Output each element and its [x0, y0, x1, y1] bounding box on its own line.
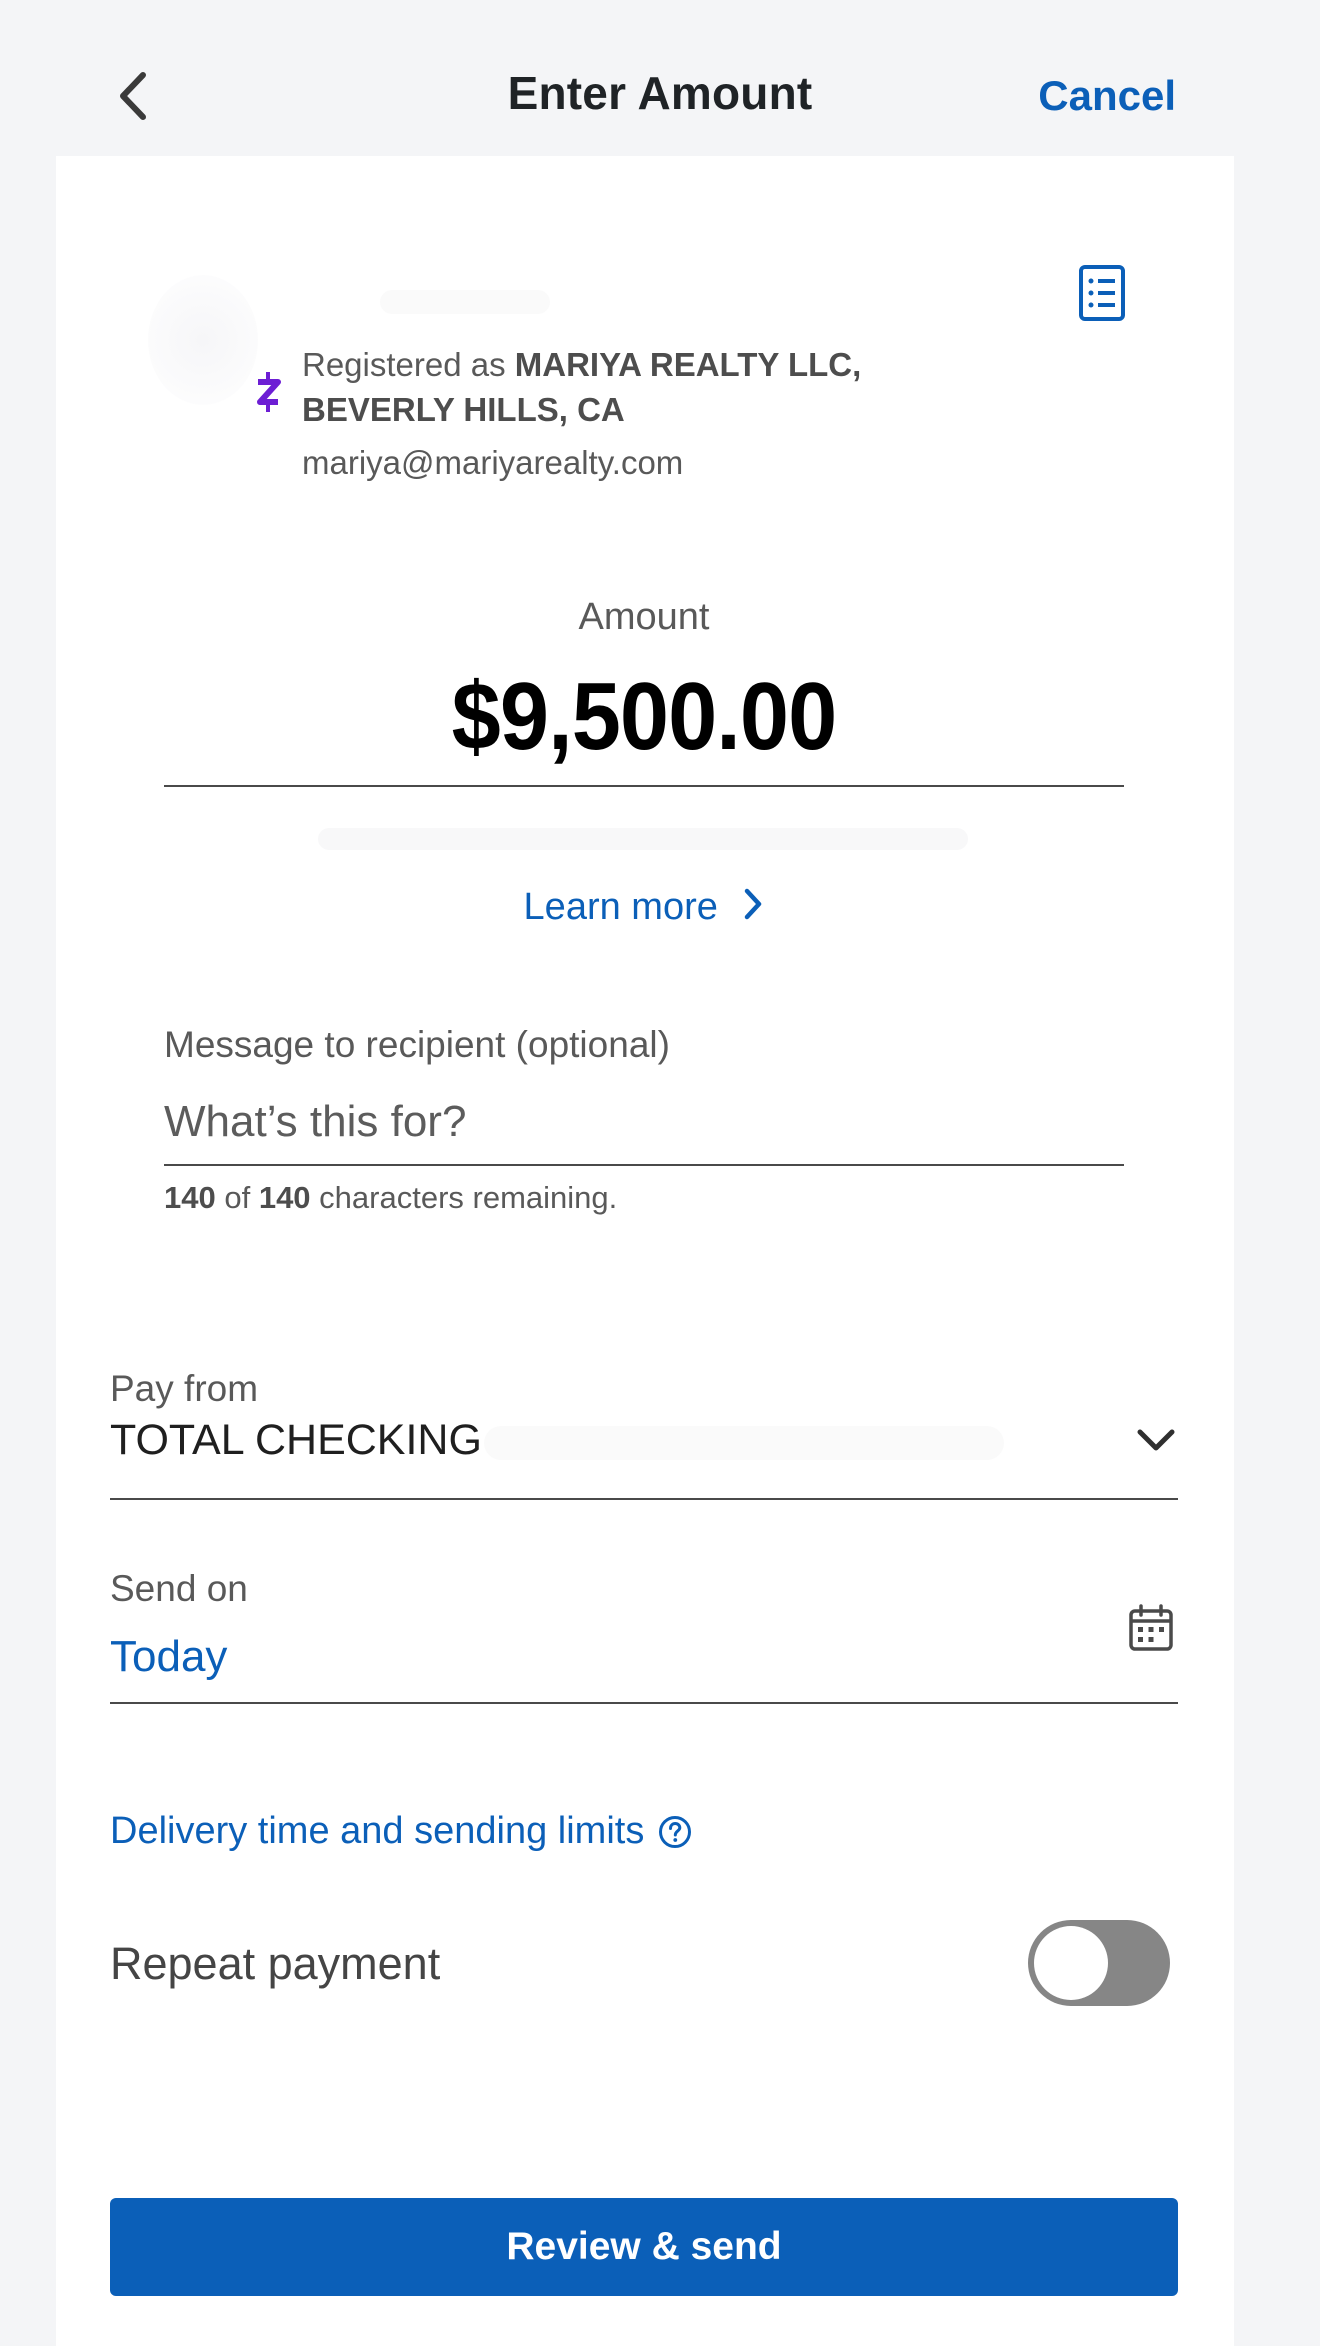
account-number-redacted [484, 1426, 1004, 1460]
send-on-date-field[interactable]: Today [110, 1604, 1178, 1704]
repeat-payment-toggle[interactable] [1028, 1920, 1170, 2006]
recipient-email: mariya@mariyarealty.com [302, 444, 684, 481]
calendar-icon[interactable] [1128, 1604, 1174, 1652]
help-circle-icon[interactable] [658, 1815, 692, 1849]
zelle-z-icon [254, 368, 284, 418]
send-on-label: Send on [110, 1568, 248, 1609]
characters-remaining: 140 of 140 characters remaining. [164, 1180, 617, 1216]
delivery-limits-label: Delivery time and sending limits [110, 1810, 645, 1852]
send-on-value: Today [110, 1632, 228, 1681]
pay-from-dropdown[interactable]: TOTAL CHECKING [110, 1416, 1178, 1500]
learn-more-label: Learn more [523, 886, 718, 928]
repeat-payment-label: Repeat payment [110, 1938, 441, 1989]
remaining-max: 140 [258, 1180, 311, 1215]
remaining-count: 140 [164, 1180, 216, 1215]
registered-prefix: Registered as [302, 346, 515, 383]
delivery-limits-link[interactable]: Delivery time and sending limits [110, 1810, 692, 1853]
amount-underline [164, 785, 1124, 787]
recipient-avatar [148, 275, 258, 405]
pay-from-label: Pay from [110, 1368, 259, 1409]
chevron-down-icon [1137, 1429, 1175, 1451]
chevron-right-icon [742, 887, 764, 931]
remaining-suffix: characters remaining. [310, 1180, 618, 1215]
learn-more-link[interactable]: Learn more [0, 886, 1288, 931]
recipient-name-redacted [380, 290, 550, 314]
message-label: Message to recipient (optional) [164, 1024, 670, 1065]
recipient-registration: Registered as MARIYA REALTY LLC, BEVERLY… [302, 342, 1022, 432]
pay-from-value: TOTAL CHECKING [110, 1416, 482, 1464]
message-input[interactable] [164, 1080, 1124, 1166]
remaining-of: of [215, 1180, 259, 1215]
details-list-icon[interactable] [1078, 264, 1126, 322]
top-bar: Enter Amount Cancel [0, 0, 1320, 156]
review-send-button[interactable]: Review & send [110, 2198, 1178, 2296]
amount-label: Amount [578, 596, 710, 638]
cancel-button[interactable]: Cancel [1038, 72, 1176, 120]
payment-form-card [56, 156, 1234, 2346]
limit-note-redacted [318, 828, 968, 850]
amount-input[interactable]: $9,500.00 [52, 662, 1237, 772]
toggle-knob [1034, 1926, 1108, 2000]
